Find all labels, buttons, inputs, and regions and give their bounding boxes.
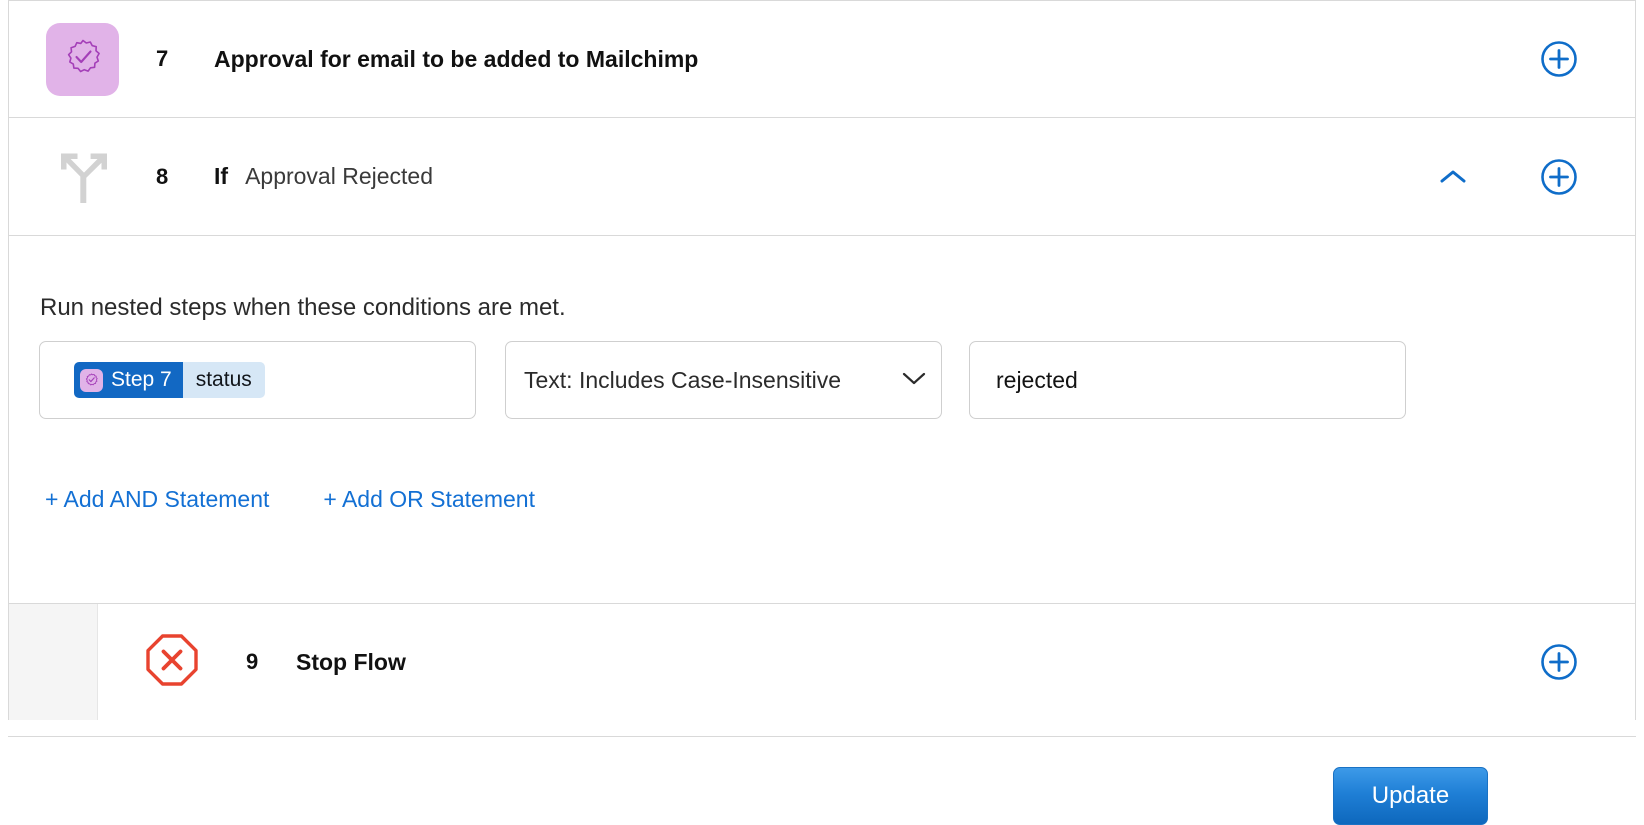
step-8-add-button[interactable] [1538,156,1580,198]
step-7-add-button[interactable] [1538,38,1580,80]
condition-panel-description: Run nested steps when these conditions a… [40,294,566,321]
add-and-statement-link[interactable]: + Add AND Statement [45,486,269,513]
step-8-title: Approval Rejected [245,163,434,189]
token-step-label: Step 7 [111,368,172,391]
step-7-icon-cell [9,22,156,96]
token-step-part: Step 7 [74,362,183,398]
approval-seal-icon [80,368,103,392]
step-9-add-button[interactable] [1538,641,1580,683]
step-8-number: 8 [156,163,169,189]
condition-operator-value: Text: Includes Case-Insensitive [524,366,842,393]
step-7-title: Approval for email to be added to Mailch… [214,45,699,72]
step-reference-token[interactable]: Step 7 status [74,362,265,398]
approval-seal-icon [46,22,119,96]
condition-operator-select[interactable]: Text: Includes Case-Insensitive [505,341,942,419]
step-8-icon-cell [9,141,156,212]
step-row-7[interactable]: 7 Approval for email to be added to Mail… [9,0,1635,117]
add-or-statement-link[interactable]: + Add OR Statement [323,486,535,513]
condition-source-field[interactable]: Step 7 status [39,341,476,419]
step-7-number: 7 [156,46,169,71]
step-row-8[interactable]: 8 If Approval Rejected [9,117,1635,235]
condition-value-text: rejected [996,366,1078,393]
condition-panel: Run nested steps when these conditions a… [9,235,1635,825]
chevron-down-icon [901,369,927,392]
step-8-collapse-button[interactable] [1430,154,1476,200]
stop-octagon-icon [144,632,200,693]
step-row-9[interactable]: 9 Stop Flow [9,603,1635,720]
step-9-icon-cell [98,632,246,693]
token-field-label: status [182,362,265,398]
condition-statement-links: + Add AND Statement + Add OR Statement [45,486,535,513]
step-8-keyword: If [214,163,229,189]
update-button[interactable]: Update [1333,767,1488,825]
nested-indent-gutter [9,604,98,720]
condition-row: Step 7 status Text: Includes Case-Insens… [39,341,1406,419]
branch-fork-icon [50,141,116,212]
step-9-number: 9 [246,649,259,674]
condition-value-input[interactable]: rejected [969,341,1406,419]
flow-bottom-divider [8,736,1636,737]
step-9-title: Stop Flow [296,648,406,675]
flow-steps-list: 7 Approval for email to be added to Mail… [8,0,1636,825]
